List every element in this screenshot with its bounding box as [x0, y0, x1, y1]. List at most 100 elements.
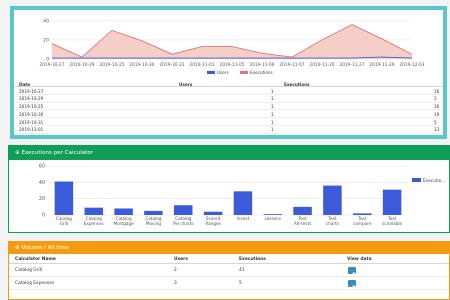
table-row: Catalog Grill 2 41 ◉	[9, 264, 449, 277]
cell-date: 2019-10-31	[19, 119, 44, 125]
x-tick-label: Lessons	[264, 216, 281, 221]
table-row: 2019-10-31 1 5	[14, 118, 443, 126]
table-row: 2019-10-25 1 30	[14, 103, 443, 111]
bar[interactable]	[353, 213, 372, 215]
bar[interactable]	[114, 208, 133, 215]
legend-label[interactable]: Executio...	[423, 178, 445, 184]
x-tick-label: 2019-11-01	[190, 62, 215, 68]
x-tick-label: charts	[326, 221, 339, 226]
volume-all-time-panel: ⊕ Volume / All time Calculator Name User…	[8, 241, 450, 300]
executions-per-calculator-panel: ⊕ Executions per Calculator 0 20 40 60 Catal…	[8, 145, 450, 233]
cell-users: 1	[271, 88, 274, 94]
x-tick-label: 2019-11-06	[250, 62, 275, 68]
cell-date: 2019-10-29	[19, 96, 44, 102]
y-tick-label: 40	[43, 18, 49, 24]
cell-executions: 13	[434, 127, 440, 133]
daily-activity-panel: 0 20 40 2019-10-27 2019-10-29 2019-10-25 2019-…	[10, 6, 447, 139]
header-view-data: View data	[347, 257, 372, 262]
cell-users: 3	[174, 281, 177, 286]
cell-executions: 30	[434, 104, 440, 110]
cell-date: 2019-11-01	[19, 127, 44, 133]
table-header: Calculator Name Users Executions View da…	[9, 254, 449, 264]
cell-users: 1	[271, 111, 274, 117]
x-tick-label: 2019-10-30	[130, 62, 155, 68]
cell-date: 2019-10-27	[19, 88, 44, 94]
panel-title: Volume / All time	[21, 245, 70, 251]
eye-icon: ◉	[352, 284, 356, 290]
cell-executions: 41	[239, 268, 245, 273]
header-users[interactable]: Users	[174, 257, 188, 262]
legend-label[interactable]: Executions	[250, 70, 273, 75]
x-tick-label: 2019-10-25	[100, 62, 125, 68]
executions-area	[52, 24, 412, 60]
x-tick-label: 2019-11-07	[280, 62, 305, 68]
y-tick-label: 0	[42, 213, 45, 219]
cell-date: 2019-10-30	[19, 111, 44, 117]
cell-executions: 13	[434, 135, 440, 139]
table-row: 2019-10-29 1 2	[14, 95, 443, 103]
legend-swatch	[412, 178, 421, 182]
x-tick-label: 2019-10-31	[160, 62, 185, 68]
bar[interactable]	[233, 191, 253, 215]
x-tick-label: Ranges	[205, 221, 220, 226]
header-users[interactable]: Users	[179, 82, 192, 87]
legend-swatch	[240, 71, 248, 74]
x-tick-label: Expenses	[84, 221, 104, 226]
x-tick-label: scrollable	[382, 221, 402, 226]
cell-date: 2019-11-05	[19, 135, 44, 139]
volume-table: Calculator Name Users Executions View da…	[9, 254, 449, 290]
cell-calculator-name: Catalog Expenses	[15, 281, 55, 286]
header-date[interactable]: Date	[19, 82, 30, 87]
bar[interactable]	[54, 181, 74, 215]
bar[interactable]	[263, 214, 282, 215]
bar[interactable]	[84, 207, 103, 215]
view-data-button[interactable]: ◉	[348, 266, 356, 277]
legend-label[interactable]: Users	[217, 70, 229, 75]
cell-executions: 5	[239, 281, 242, 286]
x-tick-label: compare	[353, 221, 372, 226]
executions-bar-chart: 0204060CatalogGrillCatalogExpensesCatalo…	[39, 164, 446, 227]
x-tick-label: 2019-12-03	[400, 62, 425, 68]
x-tick-label: 2019-10-29	[70, 62, 95, 68]
table-header: Date Users Executions	[14, 80, 443, 87]
x-tick-label: 2019-11-27	[340, 62, 365, 68]
x-tick-label: Pie charts	[173, 221, 194, 226]
table-row: 2019-10-30 1 19	[14, 110, 443, 119]
cell-users: 1	[271, 135, 274, 139]
cell-executions: 16	[434, 88, 440, 94]
daily-activity-table: Date Users Executions 2019-10-27 1 16 2019…	[14, 80, 443, 139]
x-tick-label: Moving	[146, 221, 161, 226]
cell-date: 2019-10-25	[19, 104, 44, 110]
legend-swatch	[207, 71, 215, 74]
cell-users: 1	[271, 96, 274, 102]
bar[interactable]	[323, 185, 342, 215]
x-tick-label: 2019-11-29	[370, 62, 395, 68]
x-tick-label: Invest	[237, 216, 250, 221]
header-executions[interactable]: Executions	[284, 82, 310, 87]
bar[interactable]	[174, 205, 193, 215]
table-row: Catalog Expenses 3 5 ◉	[9, 277, 449, 290]
y-tick-label: 20	[43, 37, 49, 43]
bar[interactable]	[203, 211, 223, 215]
cell-users: 1	[271, 119, 274, 125]
plus-circle-icon[interactable]: ⊕	[15, 245, 20, 251]
bar[interactable]	[382, 189, 402, 215]
x-tick-label: 2019-11-26	[310, 62, 335, 68]
cell-users: 1	[271, 127, 274, 133]
x-tick-label: 2019-11-05	[220, 62, 245, 68]
x-tick-label: 2019-10-27	[40, 62, 65, 68]
x-tick-label: Alt-tests	[294, 221, 311, 226]
bar[interactable]	[144, 210, 163, 215]
panel-header: ⊕ Volume / All time	[9, 242, 449, 254]
plus-circle-icon[interactable]: ⊕	[15, 150, 20, 156]
y-tick-label: 40	[39, 180, 45, 186]
bar[interactable]	[293, 206, 312, 215]
view-data-button[interactable]: ◉	[348, 279, 356, 290]
table-row: 2019-10-27 1 16	[14, 87, 443, 95]
table-row: 2019-11-01 1 13	[14, 126, 443, 134]
header-executions[interactable]: Executions	[239, 257, 266, 262]
panel-header: ⊕ Executions per Calculator	[9, 146, 449, 160]
header-calculator-name[interactable]: Calculator Name	[15, 257, 56, 262]
cell-executions: 5	[434, 119, 437, 125]
cell-users: 1	[271, 104, 274, 110]
